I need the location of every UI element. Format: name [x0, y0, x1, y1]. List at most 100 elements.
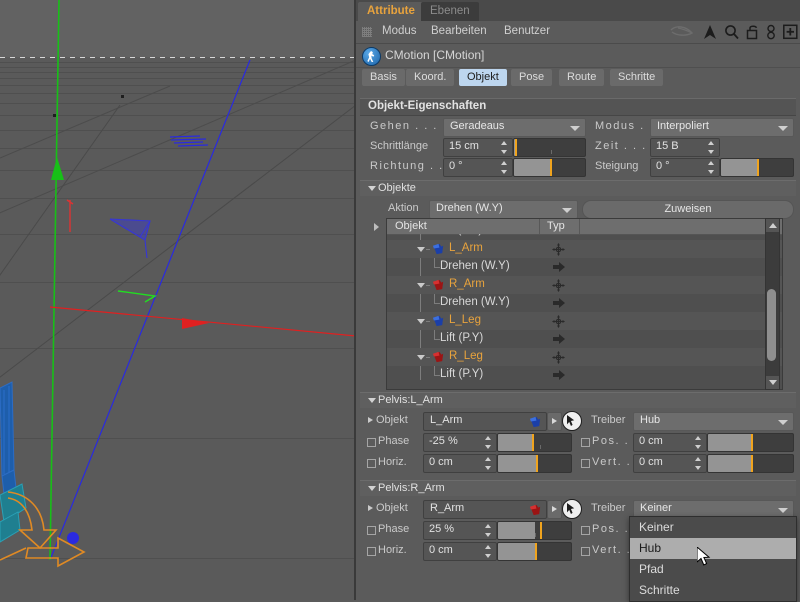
tab-pose[interactable]: Pose [511, 69, 552, 86]
gehen-combo[interactable]: Geradeaus [443, 118, 586, 137]
stepper-icon[interactable] [708, 141, 715, 154]
plus-box-icon[interactable] [783, 24, 798, 40]
horiz-slider-r-arm[interactable] [497, 542, 572, 561]
curve-icon[interactable] [670, 24, 696, 40]
phase-slider-r-arm[interactable] [497, 521, 572, 540]
horiz-slider-l-arm[interactable] [497, 454, 572, 473]
dropdown-option-keiner[interactable]: Keiner [630, 517, 796, 538]
objekt-browse-button[interactable] [547, 412, 562, 431]
tab-attribute[interactable]: Attribute [358, 2, 424, 21]
drag-grip-icon[interactable] [362, 27, 372, 37]
stepper-icon[interactable] [695, 457, 702, 470]
richtung-slider[interactable] [513, 158, 586, 177]
pick-object-button[interactable] [562, 499, 582, 519]
search-icon[interactable] [724, 24, 739, 40]
expand-arrow-icon[interactable] [368, 417, 373, 423]
group-pelvis-l-arm[interactable]: Pelvis:L_Arm [360, 392, 796, 408]
label-schrittlaenge: Schrittlänge [370, 140, 428, 152]
vert-checkbox[interactable] [581, 459, 590, 468]
link-chain-icon[interactable] [766, 24, 776, 40]
aktion-combo[interactable]: Drehen (W.Y) [429, 200, 578, 219]
stepper-icon[interactable] [485, 524, 492, 537]
table-row[interactable]: Lift (P.Y) [387, 366, 782, 384]
objekt-link-field-r-arm[interactable]: R_Arm [423, 500, 547, 519]
stepper-icon[interactable] [485, 436, 492, 449]
group-pelvis-r-arm[interactable]: Pelvis:R_Arm [360, 480, 796, 496]
rotation-arrow-gizmo[interactable] [0, 490, 110, 580]
tree-collapse-icon[interactable] [374, 223, 379, 231]
tab-koord[interactable]: Koord. [406, 69, 454, 86]
expand-triangle-icon[interactable] [417, 355, 425, 360]
phase-field-r-arm[interactable]: 25 % [423, 521, 497, 540]
expand-triangle-icon[interactable] [417, 247, 425, 252]
table-row[interactable]: Lift (P.Y) [387, 330, 782, 348]
pos-checkbox[interactable] [581, 526, 590, 535]
tab-basis[interactable]: Basis [362, 69, 405, 86]
table-row[interactable]: L_Leg [387, 312, 782, 330]
menu-bearbeiten[interactable]: Bearbeiten [431, 25, 487, 37]
unlock-icon[interactable] [746, 24, 759, 40]
horiz-checkbox[interactable] [367, 459, 376, 468]
menu-benutzer[interactable]: Benutzer [504, 25, 550, 37]
label-richtung: Richtung . . . [370, 160, 453, 172]
phase-slider-l-arm[interactable] [497, 433, 572, 452]
expand-arrow-icon[interactable] [368, 505, 373, 511]
tab-route[interactable]: Route [559, 69, 604, 86]
steigung-slider[interactable] [720, 158, 794, 177]
table-row[interactable]: Drehen (W.Y) [387, 258, 782, 276]
pick-object-button[interactable] [562, 411, 582, 431]
zuweisen-button[interactable]: Zuweisen [582, 200, 794, 219]
tab-objekt[interactable]: Objekt [459, 69, 507, 86]
group-objekte[interactable]: Objekte [360, 180, 796, 196]
scrollbar-thumb[interactable] [767, 289, 776, 361]
expand-triangle-icon[interactable] [417, 283, 425, 288]
stepper-icon[interactable] [485, 545, 492, 558]
dropdown-option-hub[interactable]: Hub [630, 538, 796, 559]
stepper-icon[interactable] [695, 436, 702, 449]
vert-field-l-arm[interactable]: 0 cm [633, 454, 707, 473]
stepper-icon[interactable] [708, 161, 715, 174]
zeit-field[interactable]: 15 B [650, 138, 720, 157]
group-pelvis-l-arm-label: Pelvis:L_Arm [378, 394, 443, 406]
tab-ebenen[interactable]: Ebenen [421, 2, 479, 21]
scroll-up-button[interactable] [766, 219, 779, 232]
table-row[interactable]: R_Arm [387, 276, 782, 294]
horiz-field-r-arm[interactable]: 0 cm [423, 542, 497, 561]
objekt-link-field-l-arm[interactable]: L_Arm [423, 412, 547, 431]
vert-slider-l-arm[interactable] [707, 454, 794, 473]
vert-checkbox[interactable] [581, 547, 590, 556]
steigung-field[interactable]: 0 ° [650, 158, 720, 177]
stepper-icon[interactable] [501, 161, 508, 174]
horiz-checkbox[interactable] [367, 547, 376, 556]
pos-slider-l-arm[interactable] [707, 433, 794, 452]
modus-value: Interpoliert [657, 120, 709, 132]
pos-checkbox[interactable] [581, 438, 590, 447]
objekt-browse-button[interactable] [547, 500, 562, 519]
stepper-icon[interactable] [501, 141, 508, 154]
tree-scrollbar[interactable] [765, 218, 780, 390]
modus-combo[interactable]: Interpoliert [650, 118, 794, 137]
phase-checkbox[interactable] [367, 438, 376, 447]
horiz-field-l-arm[interactable]: 0 cm [423, 454, 497, 473]
treiber-dropdown-popup[interactable]: Keiner Hub Pfad Schritte [629, 516, 797, 602]
scroll-down-button[interactable] [766, 376, 779, 389]
schrittlaenge-slider[interactable] [513, 138, 586, 157]
phase-checkbox[interactable] [367, 526, 376, 535]
menu-modus[interactable]: Modus [382, 25, 417, 37]
schrittlaenge-field[interactable]: 15 cm [443, 138, 513, 157]
phase-field-l-arm[interactable]: -25 % [423, 433, 497, 452]
table-row[interactable]: Drehen (W.Y) [387, 294, 782, 312]
perspective-viewport[interactable] [0, 0, 356, 600]
dropdown-option-pfad[interactable]: Pfad [630, 559, 796, 580]
expand-triangle-icon[interactable] [417, 319, 425, 324]
table-row[interactable]: L_Arm [387, 240, 782, 258]
object-tree-list[interactable]: Objekt Typ Lift (P.Y) L_Arm [386, 218, 783, 390]
treiber-combo-l-arm[interactable]: Hub [633, 412, 794, 431]
stepper-icon[interactable] [485, 457, 492, 470]
table-row[interactable]: R_Leg [387, 348, 782, 366]
arrow-up-icon[interactable] [703, 24, 717, 40]
richtung-field[interactable]: 0 ° [443, 158, 513, 177]
pos-field-l-arm[interactable]: 0 cm [633, 433, 707, 452]
tab-schritte[interactable]: Schritte [610, 69, 663, 86]
dropdown-option-schritte[interactable]: Schritte [630, 580, 796, 601]
